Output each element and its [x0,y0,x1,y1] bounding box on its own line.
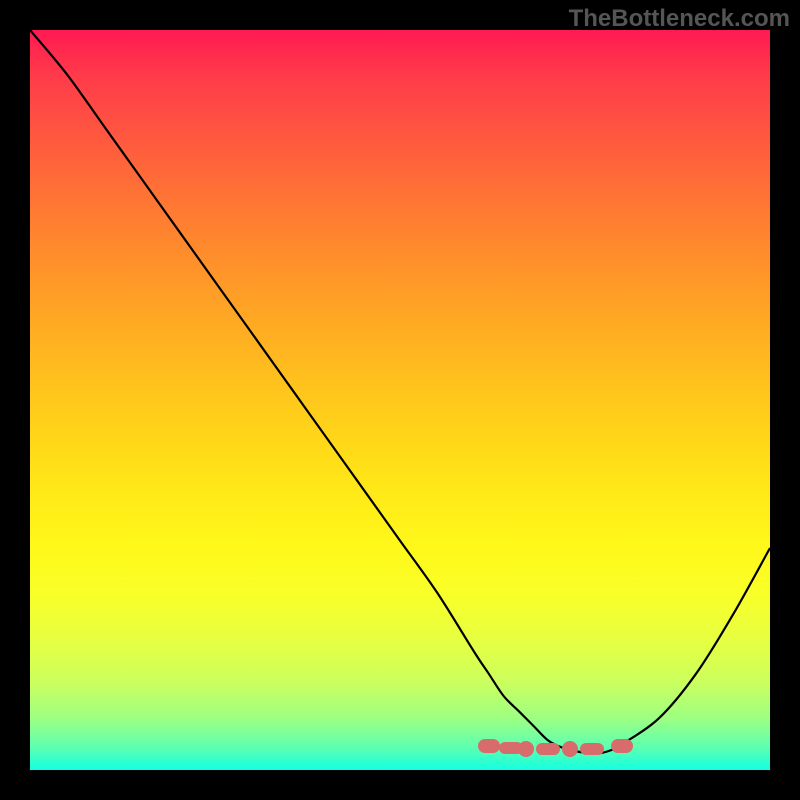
chart-curve [30,30,770,770]
data-marker [536,743,560,755]
watermark-text: TheBottleneck.com [569,5,790,33]
data-marker [518,741,534,757]
data-marker [478,739,500,753]
plot-area [30,30,770,770]
data-marker [580,743,604,755]
data-marker [611,739,633,753]
data-marker [562,741,578,757]
